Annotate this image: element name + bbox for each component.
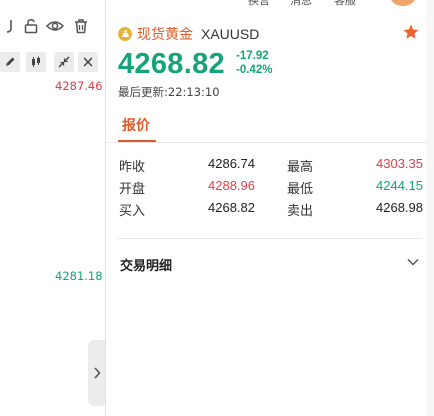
pencil-icon[interactable] — [0, 52, 20, 72]
trade-details-toggle[interactable]: 交易明细 — [120, 255, 172, 274]
quote-panel: 现货黄金 XAUUSD 4268.82 -17.92 -0.42% 最后更新:2… — [106, 0, 434, 416]
instrument-name: 现货黄金 — [137, 27, 193, 43]
bid-label: 买入 — [119, 204, 146, 219]
axis-price-low: 4281.18 — [55, 269, 103, 283]
tab-divider — [106, 142, 434, 143]
unlock-icon[interactable] — [22, 17, 40, 35]
last-price: 4268.82 — [118, 48, 225, 80]
low-value: 4244.15 — [376, 178, 423, 193]
gold-icon — [118, 27, 132, 41]
last-updated: 最后更新:22:13:10 — [118, 85, 220, 99]
candles-icon[interactable] — [26, 52, 46, 72]
open-label: 开盘 — [119, 182, 146, 197]
close-icon[interactable] — [78, 52, 98, 72]
undo-icon[interactable] — [0, 17, 18, 35]
expand-panel-button[interactable] — [88, 340, 106, 406]
high-value: 4303.35 — [376, 156, 423, 171]
price-change: -17.92 — [236, 50, 269, 62]
open-value: 4288.96 — [208, 178, 255, 193]
high-label: 最高 — [287, 160, 314, 175]
prev-close-label: 昨收 — [119, 160, 146, 175]
prev-close-value: 4286.74 — [208, 156, 255, 171]
section-divider — [118, 238, 422, 239]
favorite-star-icon[interactable] — [402, 23, 422, 43]
axis-price-high: 4287.46 — [55, 79, 103, 93]
quote-header: 现货黄金 XAUUSD — [118, 24, 259, 44]
chevron-right-icon — [94, 367, 101, 379]
chart-toolbar — [0, 17, 104, 45]
ask-label: 卖出 — [287, 204, 314, 219]
bid-value: 4268.82 — [208, 200, 255, 215]
eye-icon[interactable] — [46, 17, 64, 35]
tab-quote[interactable]: 报价 — [122, 115, 150, 135]
instrument-symbol: XAUUSD — [201, 26, 260, 42]
shrink-icon[interactable] — [54, 52, 74, 72]
price-change-percent: -0.42% — [236, 64, 273, 76]
low-label: 最低 — [287, 182, 314, 197]
ask-value: 4268.98 — [376, 200, 423, 215]
scrollbar-track[interactable] — [426, 0, 434, 416]
trash-icon[interactable] — [72, 17, 90, 35]
drawing-tools — [0, 52, 104, 74]
chevron-down-icon[interactable] — [406, 254, 422, 270]
